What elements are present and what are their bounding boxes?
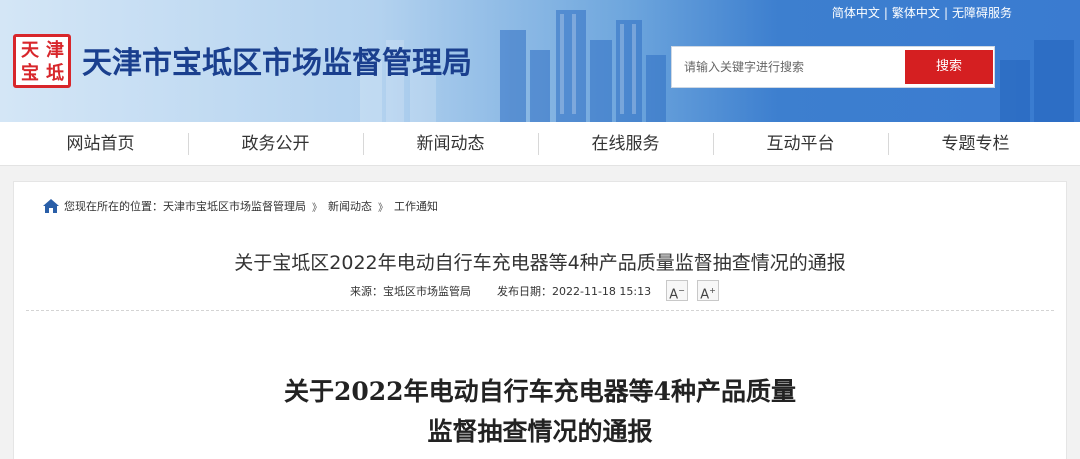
breadcrumb: 您现在所在的位置： 天津市宝坻区市场监督管理局 》 新闻动态 》 工作通知 <box>42 198 438 214</box>
search-button[interactable]: 搜索 <box>905 50 993 84</box>
font-smaller-button[interactable]: A− <box>666 280 688 302</box>
breadcrumb-item-notices[interactable]: 工作通知 <box>394 198 438 214</box>
logo-seal: 天 津 宝 坻 <box>13 34 71 88</box>
nav-item-interaction[interactable]: 互动平台 <box>713 122 888 166</box>
site-title: 天津市宝坻区市场监督管理局 <box>82 46 472 81</box>
logo-char: 宝 <box>21 63 39 84</box>
home-icon <box>43 199 59 213</box>
nav-item-special-topics[interactable]: 专题专栏 <box>888 122 1063 166</box>
header-banner: 天 津 宝 坻 天津市宝坻区市场监督管理局 简体中文|繁体中文|无障碍服务 搜索 <box>0 0 1080 122</box>
logo-char: 坻 <box>46 63 64 84</box>
divider: | <box>943 6 948 20</box>
article-title: 关于宝坻区2022年电动自行车充电器等4种产品质量监督抽查情况的通报 <box>234 252 846 274</box>
nav-item-government-affairs[interactable]: 政务公开 <box>188 122 363 166</box>
divider <box>26 310 1054 311</box>
chevron-right-icon: 》 <box>312 202 322 214</box>
top-links: 简体中文 | 繁体中文 | 无障碍服务 <box>832 4 1012 21</box>
document-heading: 关于2022年电动自行车充电器等4种产品质量 监督抽查情况的通报 <box>14 372 1066 452</box>
logo-char: 津 <box>46 40 64 61</box>
breadcrumb-item-news[interactable]: 新闻动态 <box>328 198 372 214</box>
nav-item-home[interactable]: 网站首页 <box>13 122 188 166</box>
nav-item-news[interactable]: 新闻动态 <box>363 122 538 166</box>
link-simplified-chinese[interactable]: 简体中文 <box>832 6 880 20</box>
article-date: 发布日期：2022-11-18 15:13 <box>497 285 652 298</box>
breadcrumb-prefix: 您现在所在的位置： <box>64 200 163 213</box>
link-traditional-chinese[interactable]: 繁体中文 <box>892 6 940 20</box>
divider: | <box>883 6 888 20</box>
main-nav: 网站首页 政务公开 新闻动态 在线服务 互动平台 专题专栏 <box>0 122 1080 166</box>
article-panel: 您现在所在的位置： 天津市宝坻区市场监督管理局 》 新闻动态 》 工作通知 关于… <box>13 181 1067 459</box>
nav-item-online-services[interactable]: 在线服务 <box>538 122 713 166</box>
article-meta: 来源：宝坻区市场监管局 发布日期：2022-11-18 15:13 <box>350 283 651 299</box>
search-input[interactable] <box>672 47 904 87</box>
article-source: 来源：宝坻区市场监管局 <box>350 285 471 298</box>
document-heading-line: 监督抽查情况的通报 <box>427 417 653 446</box>
logo-char: 天 <box>21 40 39 61</box>
font-larger-button[interactable]: A+ <box>697 280 719 302</box>
chevron-right-icon: 》 <box>378 202 388 214</box>
breadcrumb-item-home[interactable]: 天津市宝坻区市场监督管理局 <box>163 198 306 214</box>
search-box: 搜索 <box>671 46 995 88</box>
link-accessibility[interactable]: 无障碍服务 <box>952 6 1012 20</box>
document-heading-line: 关于2022年电动自行车充电器等4种产品质量 <box>284 377 796 406</box>
